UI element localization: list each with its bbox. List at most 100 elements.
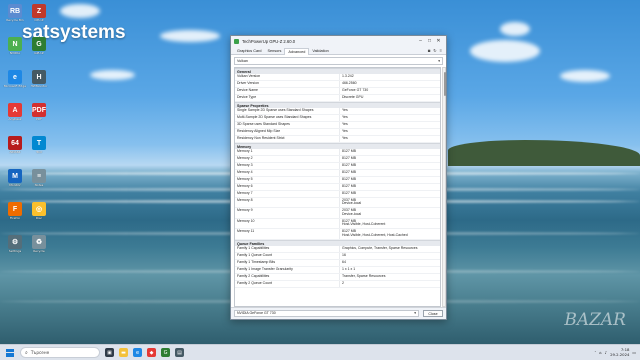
clock[interactable]: 7:18 29.2.2024 [610,347,629,357]
title-bar[interactable]: TechPowerUp GPU-Z 2.60.0 – □ ✕ [231,36,446,46]
category-select[interactable]: Vulkan ▾ [234,57,443,65]
desktop-icon[interactable]: M Monitor [3,169,27,187]
property-row[interactable]: Memory 10 8127 MB Host-Visible, Host-Coher… [235,218,440,230]
property-value-line: 8127 MB [342,162,357,167]
property-value-line: Yes [342,128,348,133]
file-explorer-icon[interactable]: ▬ [119,348,128,357]
desktop-icon-glyph: RB [8,4,22,18]
search-placeholder: Търсене [30,350,50,355]
anydesk-icon[interactable]: ◆ [147,348,156,357]
desktop-icon[interactable]: T Tool [27,136,51,154]
desktop-icon[interactable]: ◎ Disc [27,202,51,220]
desktop-icon[interactable]: PDF PDF [27,103,51,121]
property-row[interactable]: Family 1 Capabilities Graphics, Compute, … [235,245,440,253]
property-row[interactable]: Family 1 Queue Count 16 [235,252,440,260]
property-row[interactable]: Memory 8 2037 MB Device-local [235,197,440,209]
desktop-icon-glyph: Z [32,4,46,18]
property-row[interactable]: Memory 1 8127 MB [235,148,440,156]
property-row[interactable]: Family 1 Image Transfer Granularity 1 x 1… [235,266,440,274]
property-row[interactable]: Multi-Sample 2D Sparse uses Standard Sha… [235,114,440,122]
desktop-icon[interactable]: RB Recycle Bin [3,4,27,22]
desktop-icon[interactable]: G GPU-Z [27,37,51,55]
property-value: 8127 MB [339,190,440,197]
notification-icon[interactable]: ▭ [632,350,636,355]
property-row[interactable]: Memory 4 8127 MB [235,169,440,177]
property-row[interactable]: Device Name GeForce GT 730 [235,87,440,95]
property-row[interactable]: Driver Version 466.2560 [235,80,440,88]
maximize-icon[interactable]: □ [425,37,434,45]
property-value: 8127 MB Host-Visible, Host-Coherent [339,218,440,229]
property-value: 8127 MB [339,176,440,183]
property-row[interactable]: Residency Aligned Mip Size Yes [235,128,440,136]
property-value: 1.3.242 [339,74,440,80]
property-key: Vulkan Version [237,74,261,79]
property-row[interactable]: Memory 5 8127 MB [235,176,440,184]
gpuz-taskbar-icon[interactable]: G [161,348,170,357]
property-key: Driver Version [237,81,259,86]
desktop-icon[interactable]: F Firefox [3,202,27,220]
property-value: 8127 MB [339,148,440,155]
taskbar-search[interactable]: ⌕ Търсене [20,347,100,358]
tab-graphics-card[interactable]: Graphics Card [234,48,264,54]
desktop-icon-label: Monitor [9,184,21,187]
property-row[interactable]: Vulkan Version 1.3.242 [235,74,440,81]
desktop-icon-label: CPU-Z [34,19,44,22]
property-row[interactable]: Memory 7 8127 MB [235,190,440,198]
network-icon[interactable]: ⌂ [599,350,601,355]
minimize-icon[interactable]: – [416,37,425,45]
refresh-icon[interactable]: ↻ [433,48,436,53]
property-row[interactable]: Memory 9 2037 MB Device-local [235,208,440,219]
desktop-icon[interactable]: ⚙ Settings [3,235,27,253]
desktop-icon[interactable]: 64 AIDA64 [3,136,27,154]
close-icon[interactable]: ✕ [434,37,443,45]
property-row[interactable]: Family 2 Queue Count 2 [235,280,440,288]
property-row[interactable]: Family 1 Timestamp Bits 64 [235,259,440,267]
task-view-icon[interactable]: ▣ [105,348,114,357]
start-tile [10,348,14,353]
desktop-icon[interactable]: e Microsoft Edge [3,70,27,88]
property-row[interactable]: Family 2 Capabilities Transfer, Sparse Re… [235,273,440,281]
property-row[interactable]: Device Type Discrete GPU [235,94,440,102]
desktop-icon[interactable]: Z CPU-Z [27,4,51,22]
gpuz-window[interactable]: TechPowerUp GPU-Z 2.60.0 – □ ✕ Graphics … [230,35,447,320]
property-value-line: Yes [342,122,348,126]
desktop-icon[interactable]: ≡ Notes [27,169,51,187]
desktop-icon[interactable]: H HWMonitor [27,70,51,88]
edge-icon[interactable]: e [133,348,142,357]
property-value-line: Yes [342,115,348,120]
property-row[interactable]: Memory 6 8127 MB [235,183,440,191]
tab-advanced[interactable]: Advanced [284,48,310,55]
close-button[interactable]: Close [423,310,443,317]
property-key: Memory 6 [237,183,253,188]
property-row[interactable]: Memory 2 8127 MB [235,155,440,163]
property-row[interactable]: Single Sample 2D Sparse uses Standard Sh… [235,107,440,115]
chevron-up-icon[interactable]: ˄ [594,350,596,355]
property-row[interactable]: Residency Non Resident Strict Yes [235,135,440,143]
property-key: Device Name [237,88,259,93]
property-value-line: 1.3.242 [342,74,354,79]
tab-sensors[interactable]: Sensors [264,48,284,54]
tab-validation[interactable]: Validation [309,48,331,54]
property-row[interactable]: 3D Sparse uses Standard Shapes Yes [235,121,440,129]
property-row[interactable]: Memory 11 8127 MB Host-Visible, Host-Coher… [235,229,440,240]
property-value: 64 [339,259,440,266]
camera-icon[interactable]: ◙ [428,48,430,53]
gpu-select[interactable]: NVIDIA GeForce GT 730 ▾ [234,310,419,317]
app-taskbar-icon[interactable]: ▤ [175,348,184,357]
menu-icon[interactable]: ≡ [440,48,442,53]
desktop-icon-glyph: 64 [8,136,22,150]
start-button[interactable] [4,347,16,359]
desktop-icon[interactable]: A AnyDesk [3,103,27,121]
search-icon: ⌕ [25,349,28,356]
desktop-icon[interactable]: ♻ Recycle [27,235,51,253]
volume-icon[interactable]: ♪ [605,350,607,355]
property-key: Memory 2 [237,155,253,160]
properties-list[interactable]: General Vulkan Version 1.3.242 Driver Versi… [234,67,441,307]
property-key: Memory 1 [237,148,253,153]
desktop-icon[interactable]: N NVIDIA [3,37,27,55]
property-row[interactable]: Memory 3 8127 MB [235,162,440,170]
desktop-icon-glyph: N [8,37,22,51]
scrollbar-thumb[interactable] [443,72,446,96]
cloud [90,70,135,80]
scrollbar[interactable] [442,67,446,307]
